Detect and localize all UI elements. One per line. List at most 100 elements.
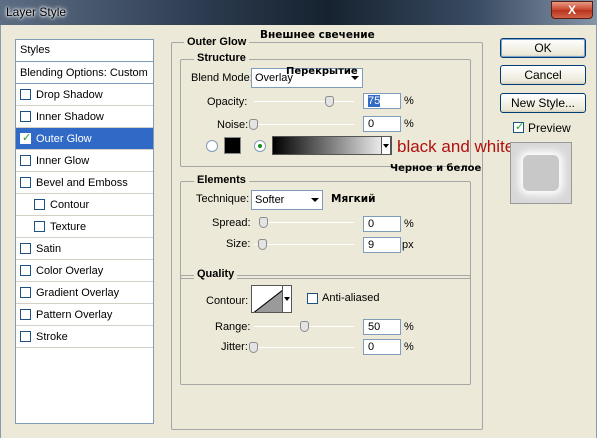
anti-aliased-checkbox[interactable]	[307, 293, 318, 304]
style-item-inner-shadow[interactable]: Inner Shadow	[16, 106, 153, 128]
blend-mode-ru: Перекрытие	[286, 66, 358, 77]
style-item-gradient-overlay[interactable]: Gradient Overlay	[16, 282, 153, 304]
range-label: Range:	[215, 321, 251, 333]
style-checkbox[interactable]	[20, 243, 31, 254]
technique-ru: Мягкий	[331, 193, 376, 205]
title-bar: Layer Style X	[0, 0, 597, 25]
range-input[interactable]: 50	[363, 319, 401, 335]
preview-checkbox[interactable]	[513, 120, 524, 133]
jitter-slider-thumb[interactable]	[249, 342, 258, 353]
style-checkbox[interactable]	[34, 199, 45, 210]
style-item-label: Inner Shadow	[36, 110, 104, 123]
jitter-slider-track	[254, 347, 354, 348]
noise-input[interactable]: 0	[363, 116, 401, 132]
dialog-body: Styles Blending Options: Custom Drop Sha…	[0, 25, 597, 438]
style-item-label: Bevel and Emboss	[36, 176, 128, 189]
opacity-input[interactable]: 75	[363, 93, 401, 109]
blend-mode-label: Blend Mode:	[191, 72, 253, 84]
elements-title: Elements	[194, 174, 249, 186]
opacity-slider-thumb[interactable]	[325, 96, 334, 107]
window-title: Layer Style	[6, 5, 67, 19]
style-item-stroke[interactable]: Stroke	[16, 326, 153, 348]
style-item-pattern-overlay[interactable]: Pattern Overlay	[16, 304, 153, 326]
style-item-label: Pattern Overlay	[36, 308, 113, 321]
contour-label: Contour:	[206, 295, 249, 307]
size-label: Size:	[226, 238, 251, 250]
style-item-drop-shadow[interactable]: Drop Shadow	[16, 84, 153, 106]
technique-select[interactable]: Softer	[251, 190, 323, 210]
style-checkbox[interactable]	[34, 221, 45, 232]
noise-unit: %	[404, 118, 414, 130]
glow-gradient-picker[interactable]	[272, 136, 392, 155]
style-item-label: Gradient Overlay	[36, 286, 120, 299]
quality-title: Quality	[194, 268, 238, 280]
jitter-unit: %	[404, 341, 414, 353]
style-item-label: Satin	[36, 242, 62, 255]
annotation-ru: Черное и белое	[390, 163, 482, 174]
style-checkbox[interactable]	[20, 331, 31, 342]
size-slider-thumb[interactable]	[258, 239, 267, 250]
jitter-label: Jitter:	[221, 341, 248, 353]
opacity-slider-track	[254, 101, 354, 102]
styles-header[interactable]: Styles	[16, 40, 153, 62]
style-checkbox[interactable]	[20, 131, 31, 144]
solid-color-radio[interactable]	[206, 140, 218, 152]
style-item-inner-glow[interactable]: Inner Glow	[16, 150, 153, 172]
close-icon: X	[567, 3, 576, 17]
styles-list: Styles Blending Options: Custom Drop Sha…	[15, 39, 154, 424]
style-item-outer-glow[interactable]: Outer Glow	[16, 128, 153, 150]
style-checkbox[interactable]	[20, 309, 31, 320]
style-checkbox[interactable]	[20, 155, 31, 166]
opacity-unit: %	[404, 95, 414, 107]
chevron-down-icon	[311, 198, 319, 202]
style-item-color-overlay[interactable]: Color Overlay	[16, 260, 153, 282]
style-item-texture[interactable]: Texture	[16, 216, 153, 238]
style-checkbox[interactable]	[20, 89, 31, 100]
structure-title: Structure	[194, 52, 249, 64]
size-unit: px	[402, 239, 414, 251]
opacity-value: 75	[368, 95, 381, 107]
cancel-button[interactable]: Cancel	[500, 65, 586, 85]
ok-button[interactable]: OK	[500, 38, 586, 58]
glow-color-swatch[interactable]	[224, 137, 241, 154]
spread-input[interactable]: 0	[363, 216, 401, 232]
style-checkbox[interactable]	[20, 265, 31, 276]
spread-unit: %	[404, 218, 414, 230]
anti-aliased-label: Anti-aliased	[322, 292, 380, 304]
jitter-input[interactable]: 0	[363, 339, 401, 355]
annotation-black-and-white: black and white	[397, 137, 515, 156]
style-item-label: Texture	[50, 220, 87, 233]
style-item-label: Drop Shadow	[36, 88, 103, 101]
style-checkbox[interactable]	[20, 177, 31, 188]
technique-value: Softer	[255, 194, 285, 206]
style-item-contour[interactable]: Contour	[16, 194, 153, 216]
preview-label: Preview	[528, 121, 571, 135]
preview-glow-sample	[523, 155, 559, 191]
spread-slider-track	[264, 222, 354, 223]
noise-label: Noise:	[217, 119, 249, 131]
range-slider-thumb[interactable]	[300, 321, 309, 332]
style-checkbox[interactable]	[20, 111, 31, 122]
spread-label: Spread:	[212, 217, 251, 229]
outer-glow-title-ru: Внешнее свечение	[260, 29, 375, 41]
style-item-label: Inner Glow	[36, 154, 90, 167]
noise-slider-thumb[interactable]	[249, 119, 258, 130]
blending-options-item[interactable]: Blending Options: Custom	[16, 62, 153, 84]
style-item-label: Contour	[50, 198, 90, 211]
spread-slider-thumb[interactable]	[259, 217, 268, 228]
size-input[interactable]: 9	[363, 237, 401, 253]
style-item-satin[interactable]: Satin	[16, 238, 153, 260]
style-item-label: Color Overlay	[36, 264, 104, 277]
contour-dropdown[interactable]	[282, 285, 292, 313]
new-style-button[interactable]: New Style...	[500, 93, 586, 113]
style-item-label: Outer Glow	[36, 132, 92, 145]
range-unit: %	[404, 321, 414, 333]
gradient-radio[interactable]	[254, 140, 266, 152]
preview-thumbnail	[510, 142, 572, 204]
opacity-label: Opacity:	[207, 96, 248, 108]
noise-slider-track	[254, 124, 354, 125]
style-checkbox[interactable]	[20, 287, 31, 298]
gradient-dropdown[interactable]	[381, 136, 391, 155]
close-button[interactable]: X	[551, 1, 593, 19]
style-item-bevel-and-emboss[interactable]: Bevel and Emboss	[16, 172, 153, 194]
